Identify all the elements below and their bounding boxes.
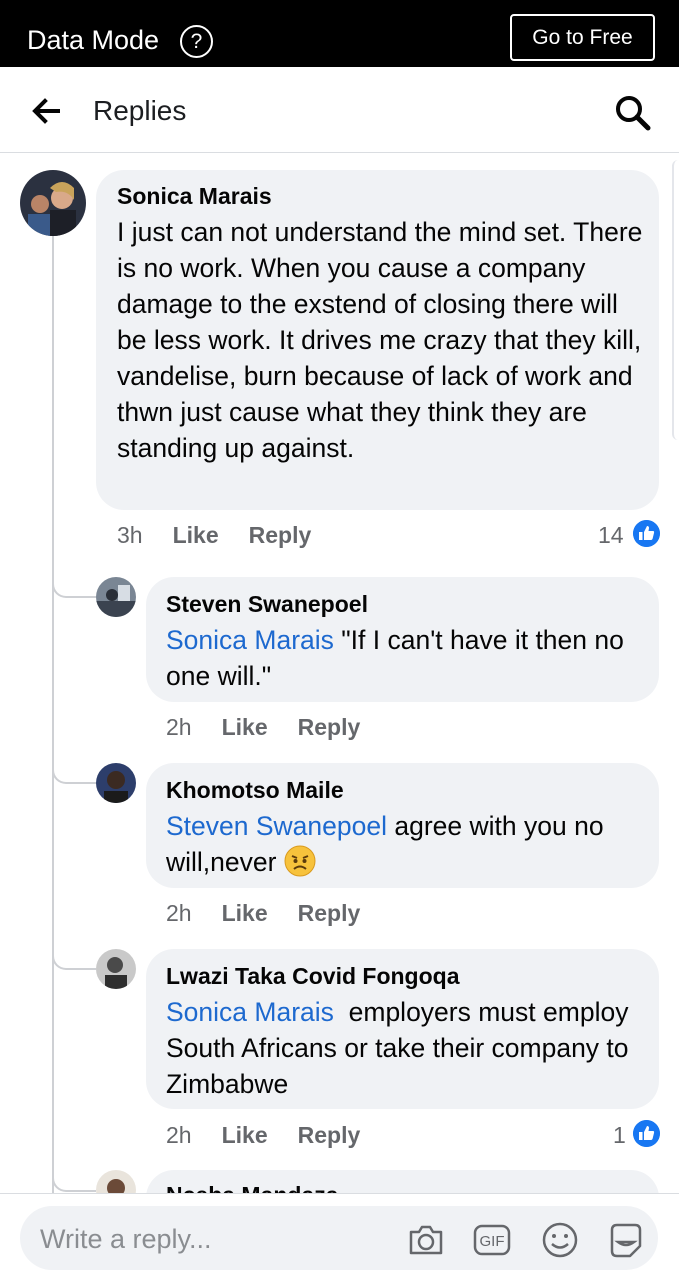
reply-button[interactable]: Reply [298, 900, 361, 926]
data-mode-title: Data Mode [27, 25, 160, 55]
reply-text: Sonica Marais employers must employ Sout… [166, 997, 636, 1099]
emoji-icon[interactable] [540, 1220, 580, 1260]
replies-header: Replies [0, 67, 679, 153]
reply-input[interactable]: Write a reply... [40, 1223, 212, 1255]
reply-actions: 2h Like Reply [166, 713, 360, 741]
comment-time: 3h [117, 522, 143, 548]
reply-text: Sonica Marais "If I can't have it then n… [166, 625, 624, 691]
like-button[interactable]: Like [173, 522, 219, 548]
data-mode-bar: Data Mode ? Go to Free [0, 0, 679, 67]
reply-actions: 2h Like Reply [166, 1121, 360, 1149]
like-button[interactable]: Like [222, 714, 268, 740]
gif-icon[interactable]: GIF [472, 1220, 512, 1260]
reply-author[interactable]: Steven Swanepoel [166, 590, 368, 618]
reply-text: Steven Swanepoel agree with you no will,… [166, 811, 604, 877]
thread-branch [52, 946, 96, 970]
reply-author[interactable]: Lwazi Taka Covid Fongoqa [166, 962, 460, 990]
reply-actions: 2h Like Reply [166, 899, 360, 927]
comment-author[interactable]: Sonica Marais [117, 182, 272, 210]
go-to-free-button[interactable]: Go to Free [510, 14, 655, 61]
reply-input-box[interactable]: Write a reply... GIF [20, 1206, 658, 1270]
mention-link[interactable]: Sonica Marais [166, 997, 334, 1027]
back-arrow-icon[interactable] [28, 93, 64, 129]
comment-actions: 3h Like Reply [117, 521, 311, 549]
mention-link[interactable]: Steven Swanepoel [166, 811, 387, 841]
reply-author[interactable]: Khomotso Maile [166, 776, 344, 804]
page-title: Replies [93, 95, 187, 126]
camera-icon[interactable] [406, 1220, 446, 1260]
avatar[interactable] [96, 949, 136, 989]
angry-face-icon [284, 845, 316, 877]
like-reaction-icon [633, 1120, 660, 1147]
search-icon[interactable] [612, 92, 652, 132]
svg-text:GIF: GIF [480, 1233, 505, 1250]
reply-time: 2h [166, 900, 192, 926]
mention-link[interactable]: Sonica Marais [166, 625, 334, 655]
reply-time: 2h [166, 714, 192, 740]
like-reaction-icon [633, 520, 660, 547]
reaction-count[interactable]: 1 [613, 1121, 626, 1149]
reply-composer: Write a reply... GIF [0, 1193, 679, 1280]
comment-text: I just can not understand the mind set. … [117, 217, 643, 463]
reply-button[interactable]: Reply [249, 522, 312, 548]
reaction-count[interactable]: 14 [598, 521, 624, 549]
like-button[interactable]: Like [222, 900, 268, 926]
avatar[interactable] [96, 577, 136, 617]
reply-time: 2h [166, 1122, 192, 1148]
help-icon[interactable]: ? [180, 25, 213, 58]
like-button[interactable]: Like [222, 1122, 268, 1148]
thread-branch [52, 760, 96, 784]
reply-button[interactable]: Reply [298, 714, 361, 740]
scroll-indicator [672, 160, 679, 440]
reply-button[interactable]: Reply [298, 1122, 361, 1148]
sticker-icon[interactable] [606, 1220, 646, 1260]
thread-line [52, 234, 54, 1194]
avatar[interactable] [96, 763, 136, 803]
thread-branch [52, 574, 96, 598]
avatar[interactable] [20, 170, 86, 236]
thread-branch [52, 1168, 96, 1192]
